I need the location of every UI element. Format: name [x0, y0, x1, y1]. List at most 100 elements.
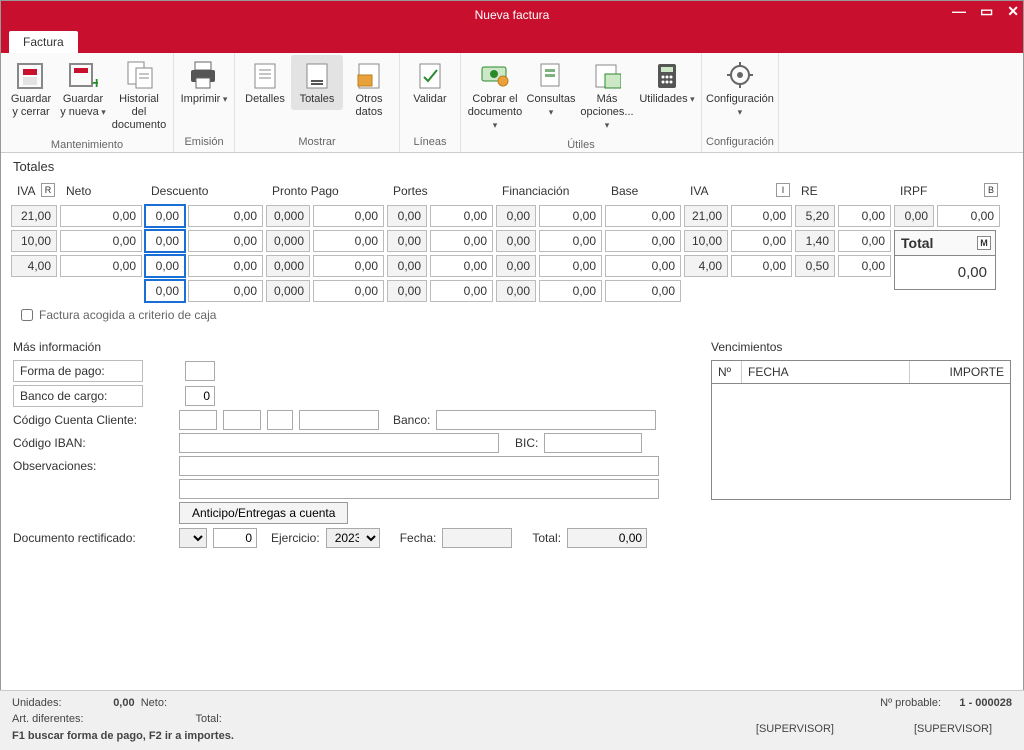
- iva-cell[interactable]: 4,00: [11, 255, 57, 277]
- status-hint: F1 buscar forma de pago, F2 ir a importe…: [12, 730, 234, 742]
- totales-grid: IVAR 21,00 10,00 4,00 Neto 0,00 0,00 0,0…: [1, 176, 1023, 302]
- consultas-button[interactable]: Consultas: [525, 55, 577, 123]
- ribbon: Guardar y cerrar + Guardar y nueva Histo…: [1, 53, 1023, 153]
- total-input[interactable]: [567, 528, 647, 548]
- other-data-icon: [353, 59, 385, 91]
- gear-icon: [724, 59, 756, 91]
- venc-col-fecha: FECHA: [742, 361, 910, 383]
- col-neto: Neto 0,00 0,00 0,00: [60, 180, 142, 302]
- descuento-pct[interactable]: 0,00: [145, 255, 185, 277]
- venc-col-importe: IMPORTE: [910, 361, 1010, 383]
- obs-input-2[interactable]: [179, 479, 659, 499]
- col-irpf: IRPFB 0,000,00 TotalM 0,00: [894, 180, 1000, 302]
- banco-cargo-input[interactable]: [185, 386, 215, 406]
- neto-cell[interactable]: 0,00: [60, 230, 142, 252]
- detalles-button[interactable]: Detalles: [239, 55, 291, 110]
- guardar-cerrar-button[interactable]: Guardar y cerrar: [5, 55, 57, 123]
- anticipo-button[interactable]: Anticipo/Entregas a cuenta: [179, 502, 348, 524]
- ejercicio-select[interactable]: 2023: [326, 528, 380, 548]
- title-bar: Nueva factura — ▭ ✕: [1, 1, 1023, 29]
- ccc-2[interactable]: [223, 410, 261, 430]
- col-portes: Portes 0,000,00 0,000,00 0,000,00 0,000,…: [387, 180, 493, 302]
- imprimir-button[interactable]: Imprimir: [178, 55, 230, 110]
- svg-text:+: +: [92, 75, 98, 90]
- total-value: 0,00: [895, 256, 995, 289]
- forma-pago-label: Forma de pago:: [13, 360, 143, 382]
- printer-icon: [188, 59, 220, 91]
- ccc-4[interactable]: [299, 410, 379, 430]
- descuento-val[interactable]: 0,00: [188, 255, 263, 277]
- col-pronto: Pronto Pago 0,0000,00 0,0000,00 0,0000,0…: [266, 180, 384, 302]
- badge-b[interactable]: B: [984, 183, 998, 197]
- validate-icon: [414, 59, 446, 91]
- ribbon-tab-strip: Factura: [1, 29, 1023, 53]
- maximize-button[interactable]: ▭: [980, 3, 993, 20]
- historial-button[interactable]: Historial del documento: [109, 55, 169, 137]
- otros-datos-button[interactable]: Otros datos: [343, 55, 395, 123]
- col-descuento: Descuento 0,000,00 0,000,00 0,000,00 0,0…: [145, 180, 263, 302]
- criterio-caja-check[interactable]: [21, 309, 33, 321]
- descuento-val[interactable]: 0,00: [188, 280, 263, 302]
- iva-cell[interactable]: 21,00: [11, 205, 57, 227]
- supervisor-2: [SUPERVISOR]: [914, 721, 992, 738]
- col-iva: IVAR 21,00 10,00 4,00: [11, 180, 57, 302]
- window-title: Nueva factura: [475, 8, 550, 22]
- tab-factura[interactable]: Factura: [9, 31, 78, 53]
- venc-col-no: Nº: [712, 361, 742, 383]
- obs-input-1[interactable]: [179, 456, 659, 476]
- neto-cell[interactable]: 0,00: [60, 205, 142, 227]
- iva-cell[interactable]: 10,00: [11, 230, 57, 252]
- mas-info-panel: Más información Forma de pago: Banco de …: [13, 340, 691, 551]
- options-icon: [591, 59, 623, 91]
- save-close-icon: [15, 59, 47, 91]
- doc-rect-num[interactable]: [213, 528, 257, 548]
- totales-button[interactable]: Totales: [291, 55, 343, 110]
- guardar-nueva-button[interactable]: + Guardar y nueva: [57, 55, 109, 123]
- totals-icon: [301, 59, 333, 91]
- totales-title: Totales: [1, 153, 1023, 176]
- mas-opciones-button[interactable]: Más opciones...: [577, 55, 637, 137]
- banco-cargo-label: Banco de cargo:: [13, 385, 143, 407]
- close-button[interactable]: ✕: [1007, 3, 1019, 20]
- group-config: Configuración Configuración: [702, 53, 779, 152]
- descuento-val[interactable]: 0,00: [188, 230, 263, 252]
- query-icon: [535, 59, 567, 91]
- bic-input[interactable]: [544, 433, 642, 453]
- group-utiles: Cobrar el documento Consultas Más opcion…: [461, 53, 702, 152]
- minimize-button[interactable]: —: [952, 3, 966, 20]
- calculator-icon: [651, 59, 683, 91]
- venc-body[interactable]: [712, 384, 1010, 499]
- validar-button[interactable]: Validar: [404, 55, 456, 110]
- vencimientos-panel: Vencimientos Nº FECHA IMPORTE: [711, 340, 1011, 551]
- descuento-pct[interactable]: 0,00: [145, 280, 185, 302]
- fecha-input[interactable]: [442, 528, 512, 548]
- group-mostrar: Detalles Totales Otros datos Mostrar: [235, 53, 400, 152]
- descuento-val[interactable]: 0,00: [188, 205, 263, 227]
- col-iva2: IVAI 21,000,00 10,000,00 4,000,00: [684, 180, 792, 302]
- col-base: Base 0,00 0,00 0,00 0,00: [605, 180, 681, 302]
- descuento-pct[interactable]: 0,00: [145, 205, 185, 227]
- group-lineas: Validar Líneas: [400, 53, 461, 152]
- badge-i[interactable]: I: [776, 183, 790, 197]
- group-emision: Imprimir Emisión: [174, 53, 235, 152]
- col-re: RE 5,200,00 1,400,00 0,500,00: [795, 180, 891, 302]
- ccc-1[interactable]: [179, 410, 217, 430]
- forma-pago-input[interactable]: [185, 361, 215, 381]
- col-financiacion: Financiación 0,000,00 0,000,00 0,000,00 …: [496, 180, 602, 302]
- history-icon: [123, 59, 155, 91]
- config-button[interactable]: Configuración: [710, 55, 770, 123]
- details-icon: [249, 59, 281, 91]
- save-new-icon: +: [67, 59, 99, 91]
- banco-input[interactable]: [436, 410, 656, 430]
- group-mantenimiento: Guardar y cerrar + Guardar y nueva Histo…: [1, 53, 174, 152]
- badge-r[interactable]: R: [41, 183, 55, 197]
- utilidades-button[interactable]: Utilidades: [637, 55, 697, 110]
- neto-cell[interactable]: 0,00: [60, 255, 142, 277]
- badge-m[interactable]: M: [977, 236, 991, 250]
- ccc-3[interactable]: [267, 410, 293, 430]
- criterio-caja-label: Factura acogida a criterio de caja: [39, 308, 216, 322]
- iban-input[interactable]: [179, 433, 499, 453]
- descuento-pct[interactable]: 0,00: [145, 230, 185, 252]
- doc-rect-serie[interactable]: [179, 528, 207, 548]
- cobrar-button[interactable]: Cobrar el documento: [465, 55, 525, 137]
